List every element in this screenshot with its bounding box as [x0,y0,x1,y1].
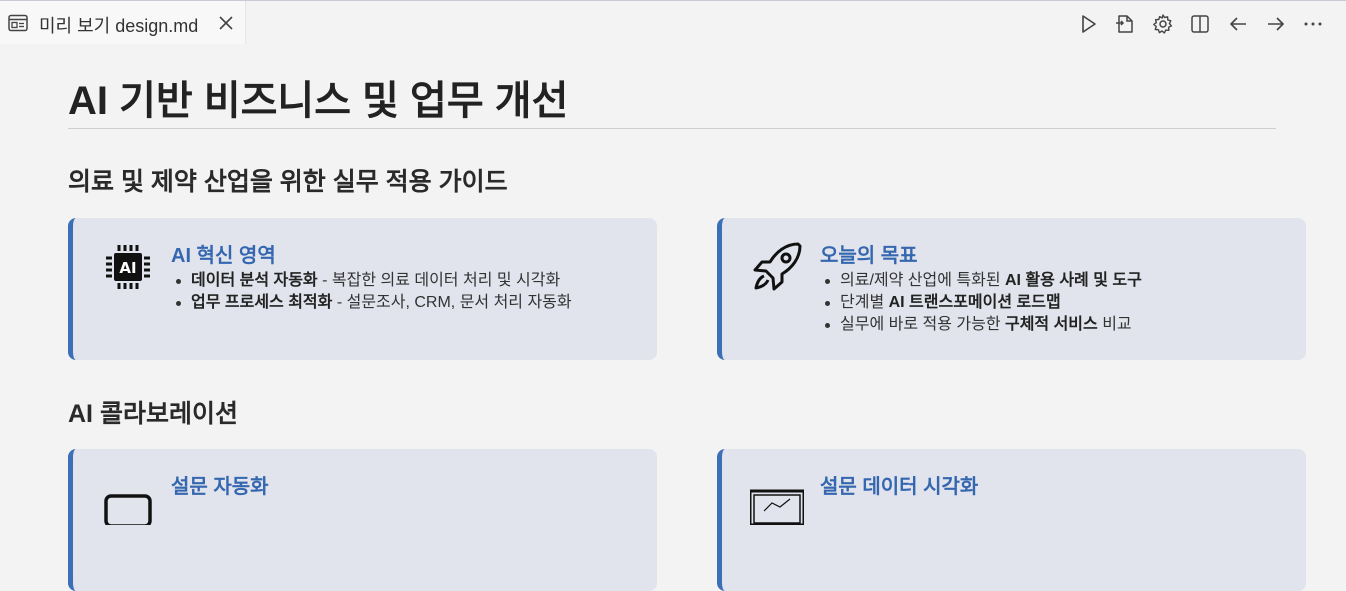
arrow-left-icon [1230,17,1247,31]
settings-button[interactable] [1144,11,1182,37]
list-item: 의료/제약 산업에 특화된 AI 활용 사례 및 도구 [825,270,1142,292]
monitor-icon [101,471,155,528]
split-editor-button[interactable] [1182,11,1220,37]
run-button[interactable] [1069,11,1107,37]
card-today-goals: 오늘의 목표 의료/제약 산업에 특화된 AI 활용 사례 및 도구 단계별 A… [717,218,1306,360]
title-divider [68,128,1276,129]
section-heading-guide: 의료 및 제약 산업을 위한 실무 적용 가이드 [68,168,508,196]
card-survey-visualization: 설문 데이터 시각화 [717,449,1306,591]
list-item: 단계별 AI 트랜스포메이션 로드맵 [825,292,1142,314]
card-title: 오늘의 목표 [820,245,918,267]
card-title: AI 혁신 영역 [171,245,276,267]
close-icon[interactable] [216,13,236,33]
list-item: 데이터 분석 자동화 - 복잡한 의료 데이터 처리 및 시각화 [176,270,572,292]
card-ai-innovation: AI AI 혁신 영역 데이터 분석 자동화 - 복잡한 의료 데이터 처리 및… [68,218,657,360]
markdown-preview[interactable]: AI 기반 비즈니스 및 업무 개선 의료 및 제약 산업을 위한 실무 적용 … [0,44,1346,591]
gear-icon [1152,14,1172,34]
editor-actions [1069,11,1332,37]
list-item: 실무에 바로 적용 가능한 구체적 서비스 비교 [825,314,1142,336]
card-list: 의료/제약 산업에 특화된 AI 활용 사례 및 도구 단계별 AI 트랜스포메… [825,270,1142,336]
open-source-button[interactable] [1106,11,1144,37]
arrow-right-icon [1267,17,1284,31]
list-item: 업무 프로세스 최적화 - 설문조사, CRM, 문서 처리 자동화 [176,292,572,314]
back-button[interactable] [1219,11,1257,37]
card-list: 데이터 분석 자동화 - 복잡한 의료 데이터 처리 및 시각화 업무 프로세스… [176,270,572,314]
section-heading-collaboration: AI 콜라보레이션 [68,400,238,428]
open-file-icon [1116,15,1133,33]
card-survey-automation: 설문 자동화 [68,449,657,591]
chart-icon [748,471,806,527]
split-icon [1191,15,1210,33]
rocket-icon [750,240,804,294]
play-icon [1081,15,1096,33]
page-title: AI 기반 비즈니스 및 업무 개선 [68,79,569,123]
ellipsis-icon [1304,22,1322,26]
preview-icon [8,14,28,32]
svg-text:AI: AI [119,259,136,277]
editor-tab-bar: 미리 보기 design.md [0,0,1346,44]
ai-chip-icon: AI [101,240,155,294]
more-actions-button[interactable] [1294,11,1332,37]
tab-preview-design-md[interactable]: 미리 보기 design.md [0,1,246,44]
tab-label: 미리 보기 design.md [39,16,199,36]
forward-button[interactable] [1257,11,1295,37]
